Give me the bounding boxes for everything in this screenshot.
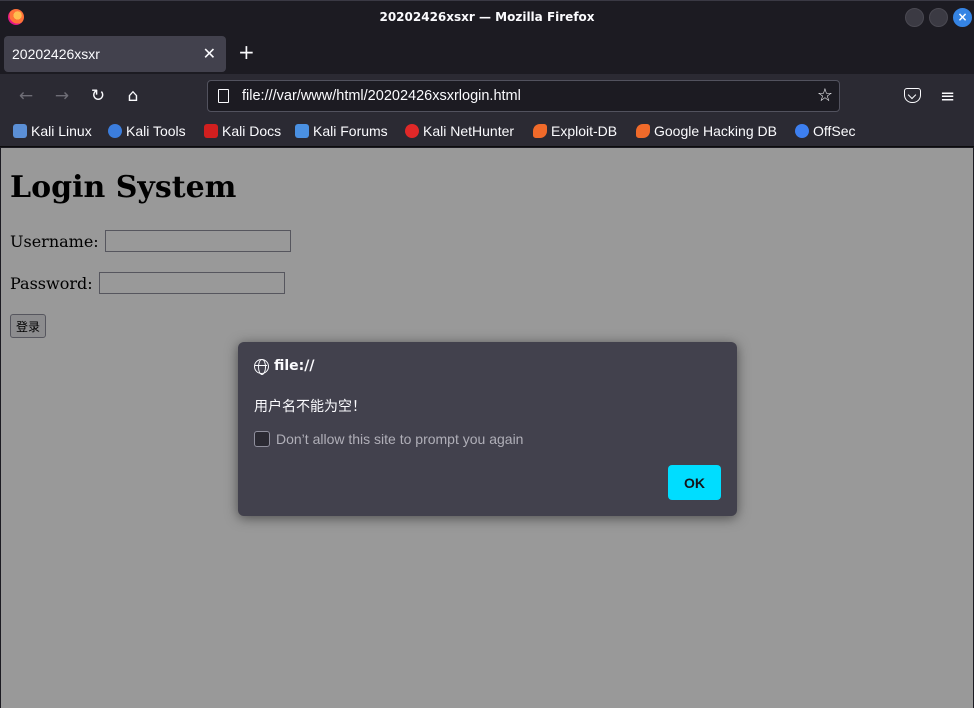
app-menu-button[interactable]: ≡ — [940, 86, 955, 107]
bookmark-label: Exploit-DB — [551, 123, 618, 139]
bookmark-label: Kali Linux — [31, 123, 92, 139]
bookmark-kali-nethunter[interactable]: Kali NetHunter — [405, 123, 514, 139]
url-bar[interactable]: file:///var/www/html/20202426xsxrlogin.h… — [207, 80, 840, 112]
page-icon — [218, 89, 229, 103]
bookmark-kali-tools[interactable]: Kali Tools — [108, 123, 186, 139]
window-titlebar: 20202426xsxr — Mozilla Firefox × — [0, 0, 974, 33]
tab-close-icon[interactable]: ✕ — [203, 44, 216, 63]
suppress-prompt-checkbox[interactable] — [254, 431, 270, 447]
bookmark-label: OffSec — [813, 123, 856, 139]
globe-icon — [254, 359, 269, 375]
ok-button[interactable]: OK — [668, 465, 721, 500]
offsec-icon — [795, 124, 809, 138]
bookmark-kali-docs[interactable]: Kali Docs — [204, 123, 281, 139]
back-button[interactable]: ← — [16, 86, 36, 106]
kali-tools-icon — [108, 124, 122, 138]
tab-active[interactable]: 20202426xsxr ✕ — [4, 36, 226, 72]
dialog-origin: file:// — [274, 358, 315, 374]
bookmark-star-icon[interactable]: ☆ — [817, 85, 833, 106]
ghdb-icon — [636, 124, 650, 138]
kali-dragon-icon — [13, 124, 27, 138]
bookmark-label: Google Hacking DB — [654, 123, 777, 139]
bookmark-exploit-db[interactable]: Exploit-DB — [533, 123, 617, 139]
exploit-db-icon — [533, 124, 547, 138]
pocket-icon[interactable] — [904, 88, 921, 103]
new-tab-button[interactable]: + — [238, 42, 255, 62]
navigation-toolbar: ← → ↻ ⌂ file:///var/www/html/20202426xsx… — [0, 74, 974, 118]
maximize-button[interactable] — [929, 8, 948, 27]
bookmarks-toolbar: Kali Linux Kali Tools Kali Docs Kali For… — [0, 118, 974, 147]
bookmark-kali-linux[interactable]: Kali Linux — [13, 123, 92, 139]
bookmark-offsec[interactable]: OffSec — [795, 123, 856, 139]
tab-title: 20202426xsxr — [12, 46, 100, 62]
kali-forums-icon — [295, 124, 309, 138]
bookmark-google-hacking-db[interactable]: Google Hacking DB — [636, 123, 777, 139]
forward-button[interactable]: → — [52, 86, 72, 106]
kali-nethunter-icon — [405, 124, 419, 138]
bookmark-label: Kali Tools — [126, 123, 186, 139]
bookmark-label: Kali Forums — [313, 123, 388, 139]
window-close-button[interactable]: × — [953, 8, 972, 27]
alert-dialog: file:// 用户名不能为空！ Don’t allow this site t… — [238, 342, 737, 516]
reload-button[interactable]: ↻ — [88, 86, 108, 106]
url-text[interactable]: file:///var/www/html/20202426xsxrlogin.h… — [242, 88, 521, 104]
minimize-button[interactable] — [905, 8, 924, 27]
tab-strip: 20202426xsxr ✕ + — [0, 33, 974, 74]
kali-docs-icon — [204, 124, 218, 138]
bookmark-label: Kali NetHunter — [423, 123, 515, 139]
dialog-message: 用户名不能为空！ — [254, 399, 366, 415]
suppress-prompt-label[interactable]: Don’t allow this site to prompt you agai… — [276, 431, 523, 447]
bookmark-kali-forums[interactable]: Kali Forums — [295, 123, 388, 139]
home-button[interactable]: ⌂ — [123, 86, 143, 106]
window-title: 20202426xsxr — Mozilla Firefox — [379, 10, 595, 24]
bookmark-label: Kali Docs — [222, 123, 282, 139]
